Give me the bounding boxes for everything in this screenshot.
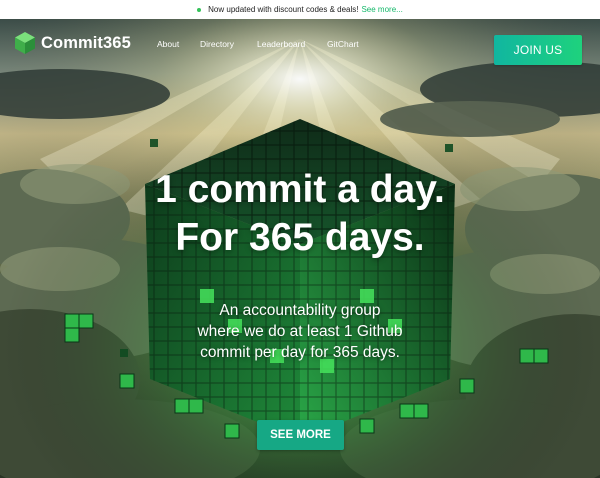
nav-link-leaderboard[interactable]: Leaderboard bbox=[257, 39, 305, 49]
top-nav: Commit365 About Directory Leaderboard Gi… bbox=[0, 19, 600, 69]
nav-link-directory[interactable]: Directory bbox=[200, 39, 234, 49]
nav-link-about[interactable]: About bbox=[157, 39, 179, 49]
announcement-link[interactable]: See more... bbox=[361, 5, 402, 14]
page: Now updated with discount codes & deals!… bbox=[0, 0, 600, 478]
brand[interactable]: Commit365 bbox=[14, 31, 131, 55]
announcement-bar: Now updated with discount codes & deals!… bbox=[0, 0, 600, 19]
brand-name: Commit365 bbox=[41, 33, 131, 52]
hero-title-line2: For 365 days. bbox=[175, 216, 425, 259]
green-cube-icon bbox=[15, 32, 35, 54]
hero-title-line1: 1 commit a day. bbox=[155, 168, 445, 211]
hero-title: 1 commit a day. For 365 days. bbox=[0, 166, 600, 262]
status-dot-icon bbox=[197, 7, 202, 12]
hero-subtitle: An accountability group where we do at l… bbox=[0, 300, 600, 363]
hero-subtitle-line3: commit per day for 365 days. bbox=[200, 344, 400, 361]
see-more-button[interactable]: SEE MORE bbox=[257, 420, 344, 450]
hero-subtitle-line2: where we do at least 1 Github bbox=[197, 323, 403, 340]
nav-link-gitchart[interactable]: GitChart bbox=[327, 39, 359, 49]
announcement-text: Now updated with discount codes & deals! bbox=[208, 5, 359, 14]
join-us-button[interactable]: JOIN US bbox=[494, 35, 582, 65]
hero-subtitle-line1: An accountability group bbox=[219, 302, 381, 319]
